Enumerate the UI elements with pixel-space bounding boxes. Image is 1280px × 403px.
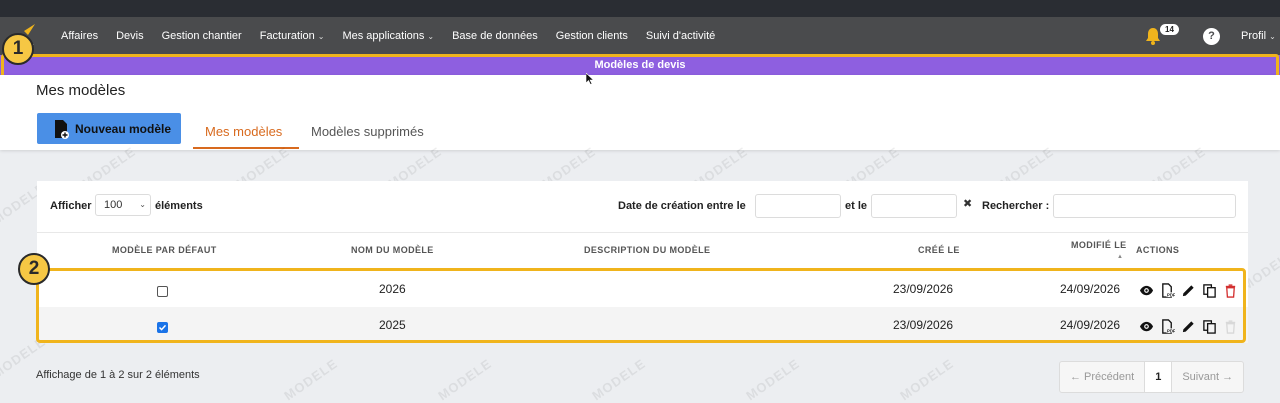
page-title: Mes modèles [36, 82, 126, 99]
nav-affaires[interactable]: Affaires [61, 30, 98, 42]
show-label: Afficher [50, 200, 92, 212]
next-page-button[interactable]: Suivant → [1172, 362, 1243, 392]
profile-label: Profil [1241, 30, 1267, 42]
new-template-label: Nouveau modèle [75, 121, 172, 136]
callout-badge-1: 1 [2, 33, 34, 65]
column-header-created[interactable]: CRÉÉ LE [918, 245, 960, 255]
nav-label: Gestion clients [555, 30, 628, 42]
date-and-label: et le [845, 200, 868, 212]
notification-badge: 14 [1160, 24, 1179, 35]
table-filters: Afficher 100 ⌄ éléments Date de création… [37, 181, 1248, 232]
nav-base-de-donnees[interactable]: Base de données [452, 30, 538, 42]
nav-label: Devis [116, 30, 144, 42]
nav-gestion-chantier[interactable]: Gestion chantier [162, 30, 242, 42]
nav-facturation[interactable]: Facturation ⌄ [260, 30, 325, 42]
chevron-down-icon: ⌄ [427, 31, 435, 41]
date-to-input[interactable] [871, 194, 957, 218]
pagination-info: Affichage de 1 à 2 sur 2 éléments [36, 369, 200, 381]
nav-suivi-activite[interactable]: Suivi d'activité [646, 30, 715, 42]
column-header-description[interactable]: DESCRIPTION DU MODÈLE [584, 245, 710, 255]
watermark: MODELE [281, 355, 341, 403]
nav-label: Gestion chantier [161, 30, 242, 42]
watermark: MODELE [589, 355, 649, 403]
chevron-down-icon: ⌄ [139, 200, 146, 209]
column-header-modified[interactable]: MODIFIÉ LE [1071, 240, 1127, 250]
bell-icon[interactable] [1145, 27, 1161, 45]
page-number-button[interactable]: 1 [1145, 362, 1173, 392]
page-size-value: 100 [104, 199, 123, 211]
sort-ascending-icon: ▲ [1117, 254, 1123, 260]
page-size-select[interactable]: 100 ⌄ [95, 194, 151, 216]
highlight-frame-rows [36, 268, 1246, 343]
elements-label: éléments [155, 200, 203, 212]
date-range-label: Date de création entre le [618, 200, 746, 212]
pagination: ← Précédent 1 Suivant → [1059, 361, 1245, 393]
tab-mes-modeles[interactable]: Mes modèles [205, 124, 282, 139]
previous-page-button[interactable]: ← Précédent [1060, 362, 1146, 392]
profile-menu[interactable]: Profil ⌄ [1241, 30, 1276, 42]
top-navbar: Affaires Devis Gestion chantier Facturat… [0, 17, 1280, 55]
nav-label: Affaires [61, 30, 99, 42]
nav-gestion-clients[interactable]: Gestion clients [556, 30, 628, 42]
nav-devis[interactable]: Devis [116, 30, 144, 42]
tab-modeles-supprimes[interactable]: Modèles supprimés [311, 124, 424, 139]
header-divider [37, 232, 1248, 233]
callout-badge-2: 2 [18, 253, 50, 285]
column-header-default[interactable]: MODÈLE PAR DÉFAUT [112, 245, 217, 255]
nav-label: Mes applications [342, 30, 425, 42]
nav-label: Facturation [259, 30, 315, 42]
watermark: MODELE [897, 355, 957, 403]
column-header-name[interactable]: NOM DU MODÈLE [351, 245, 434, 255]
mouse-cursor-icon [586, 73, 594, 85]
new-document-icon [55, 119, 69, 139]
new-template-button[interactable]: Nouveau modèle [37, 113, 181, 144]
help-icon[interactable]: ? [1203, 28, 1220, 45]
date-from-input[interactable] [755, 194, 841, 218]
chevron-down-icon: ⌄ [1269, 32, 1276, 41]
browser-top-strip [0, 0, 1280, 17]
search-input[interactable] [1053, 194, 1236, 218]
watermark: MODELE [435, 355, 495, 403]
column-header-actions: ACTIONS [1136, 245, 1180, 255]
clear-dates-icon[interactable]: ✖ [963, 197, 972, 210]
nav-mes-applications[interactable]: Mes applications ⌄ [342, 30, 434, 42]
page-header [0, 75, 1280, 150]
nav-label: Suivi d'activité [645, 30, 716, 42]
chevron-down-icon: ⌄ [317, 31, 325, 41]
search-label: Rechercher : [982, 200, 1050, 212]
nav-label: Base de données [452, 30, 538, 42]
watermark: MODELE [743, 355, 803, 403]
